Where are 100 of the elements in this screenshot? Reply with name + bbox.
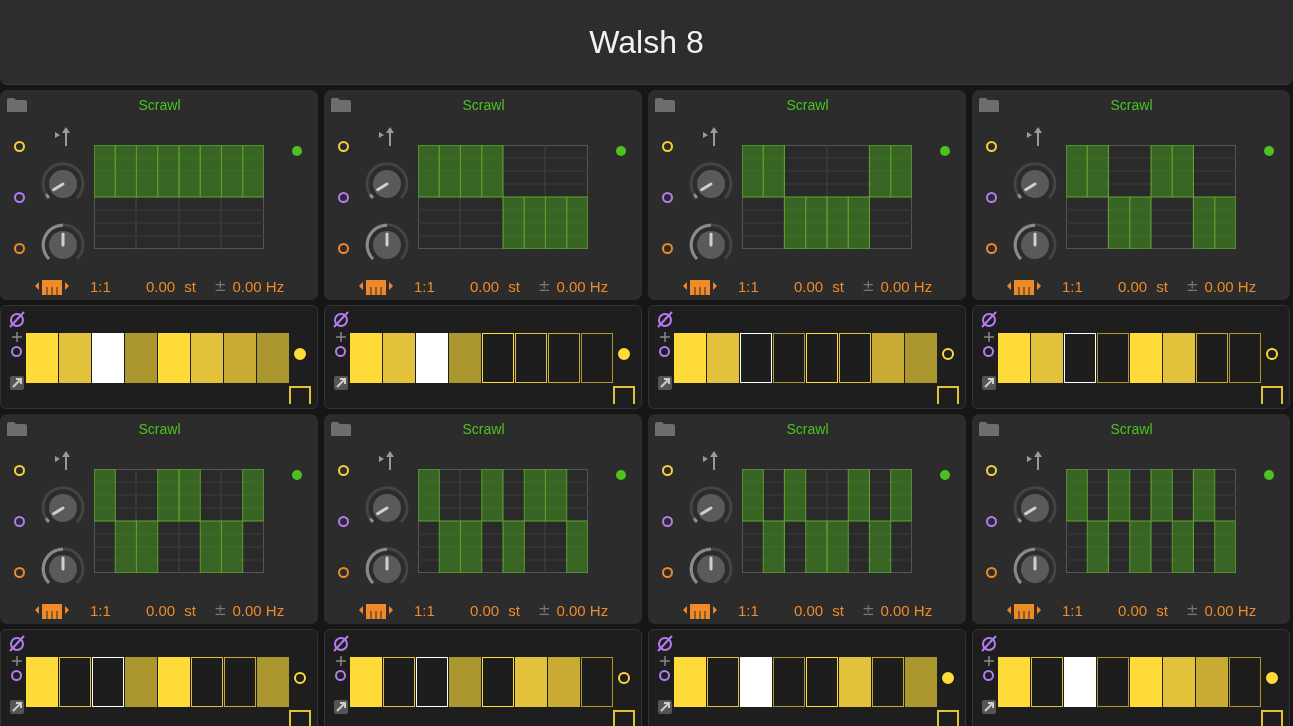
folder-icon[interactable]	[7, 97, 27, 112]
folder-icon[interactable]	[331, 97, 351, 112]
input-port[interactable]	[337, 566, 349, 578]
input-port[interactable]	[983, 670, 994, 681]
input-port[interactable]	[337, 242, 349, 254]
step-cell[interactable]	[257, 657, 289, 707]
square-wave-icon[interactable]	[613, 386, 635, 404]
circle-slash-icon[interactable]	[7, 310, 26, 328]
step-cell[interactable]	[581, 657, 613, 707]
keyboard-icon[interactable]	[1007, 277, 1041, 295]
step-cell[interactable]	[707, 657, 739, 707]
input-port[interactable]	[661, 191, 673, 203]
external-link-icon[interactable]	[8, 375, 25, 391]
step-cell[interactable]	[839, 333, 871, 383]
plus-icon[interactable]	[11, 656, 22, 666]
external-link-icon[interactable]	[980, 699, 997, 715]
external-link-icon[interactable]	[656, 375, 673, 391]
step-cell[interactable]	[905, 333, 937, 383]
step-cell[interactable]	[773, 657, 805, 707]
input-port[interactable]	[661, 566, 673, 578]
input-port[interactable]	[985, 191, 997, 203]
input-port[interactable]	[985, 464, 997, 476]
pitch-value[interactable]: 0.00	[470, 277, 500, 295]
step-cell[interactable]	[449, 657, 481, 707]
arrow-up-icon[interactable]	[702, 126, 720, 147]
input-port[interactable]	[13, 242, 25, 254]
keyboard-icon[interactable]	[683, 601, 717, 619]
plus-icon[interactable]	[659, 332, 670, 342]
ratio-value[interactable]: 1:1	[90, 277, 146, 295]
step-cell[interactable]	[1163, 657, 1195, 707]
step-cell[interactable]	[581, 333, 613, 383]
step-cell[interactable]	[1196, 333, 1228, 383]
folder-icon[interactable]	[979, 421, 999, 436]
step-cell[interactable]	[872, 657, 904, 707]
step-cell[interactable]	[449, 333, 481, 383]
step-cell[interactable]	[707, 333, 739, 383]
arrow-up-icon[interactable]	[1026, 126, 1044, 147]
pitch-value[interactable]: 0.00	[794, 601, 824, 619]
input-port[interactable]	[985, 242, 997, 254]
input-port[interactable]	[11, 670, 22, 681]
square-wave-icon[interactable]	[937, 386, 959, 404]
input-port[interactable]	[337, 464, 349, 476]
step-cell[interactable]	[59, 657, 91, 707]
circle-slash-icon[interactable]	[655, 634, 674, 652]
step-cell[interactable]	[59, 333, 91, 383]
step-cell[interactable]	[1229, 333, 1261, 383]
fine-tune-value[interactable]: 0.00 Hz	[880, 601, 933, 619]
arrow-up-icon[interactable]	[378, 450, 396, 471]
input-port[interactable]	[335, 346, 346, 357]
ratio-value[interactable]: 1:1	[1062, 601, 1118, 619]
input-port[interactable]	[13, 191, 25, 203]
input-port[interactable]	[337, 140, 349, 152]
step-cell[interactable]	[257, 333, 289, 383]
circle-slash-icon[interactable]	[979, 634, 998, 652]
square-wave-icon[interactable]	[1261, 710, 1283, 726]
step-cell[interactable]	[191, 657, 223, 707]
step-cell[interactable]	[1031, 657, 1063, 707]
folder-icon[interactable]	[655, 421, 675, 436]
input-port[interactable]	[661, 464, 673, 476]
pitch-value[interactable]: 0.00	[1118, 601, 1148, 619]
step-cell[interactable]	[1097, 657, 1129, 707]
plus-icon[interactable]	[335, 332, 346, 342]
ratio-value[interactable]: 1:1	[738, 601, 794, 619]
step-cell[interactable]	[383, 657, 415, 707]
pitch-value[interactable]: 0.00	[146, 601, 176, 619]
circle-slash-icon[interactable]	[331, 634, 350, 652]
input-port[interactable]	[337, 515, 349, 527]
square-wave-icon[interactable]	[613, 710, 635, 726]
circle-slash-icon[interactable]	[331, 310, 350, 328]
step-cell[interactable]	[1031, 333, 1063, 383]
fine-tune-value[interactable]: 0.00 Hz	[880, 277, 933, 295]
step-cell[interactable]	[383, 333, 415, 383]
input-port[interactable]	[11, 346, 22, 357]
arrow-up-icon[interactable]	[702, 450, 720, 471]
step-cell[interactable]	[1097, 333, 1129, 383]
input-port[interactable]	[985, 566, 997, 578]
external-link-icon[interactable]	[980, 375, 997, 391]
step-cell[interactable]	[191, 333, 223, 383]
folder-icon[interactable]	[7, 421, 27, 436]
plus-icon[interactable]	[11, 332, 22, 342]
circle-slash-icon[interactable]	[7, 634, 26, 652]
step-cell[interactable]	[1163, 333, 1195, 383]
arrow-up-icon[interactable]	[378, 126, 396, 147]
ratio-value[interactable]: 1:1	[90, 601, 146, 619]
fine-tune-value[interactable]: 0.00 Hz	[1204, 601, 1257, 619]
external-link-icon[interactable]	[656, 699, 673, 715]
input-port[interactable]	[337, 191, 349, 203]
pitch-value[interactable]: 0.00	[794, 277, 824, 295]
ratio-value[interactable]: 1:1	[414, 277, 470, 295]
keyboard-icon[interactable]	[35, 277, 69, 295]
plus-icon[interactable]	[335, 656, 346, 666]
step-cell[interactable]	[839, 657, 871, 707]
keyboard-icon[interactable]	[683, 277, 717, 295]
input-port[interactable]	[335, 670, 346, 681]
step-cell[interactable]	[515, 333, 547, 383]
pitch-value[interactable]: 0.00	[146, 277, 176, 295]
input-port[interactable]	[985, 140, 997, 152]
external-link-icon[interactable]	[8, 699, 25, 715]
pitch-value[interactable]: 0.00	[470, 601, 500, 619]
step-cell[interactable]	[1196, 657, 1228, 707]
